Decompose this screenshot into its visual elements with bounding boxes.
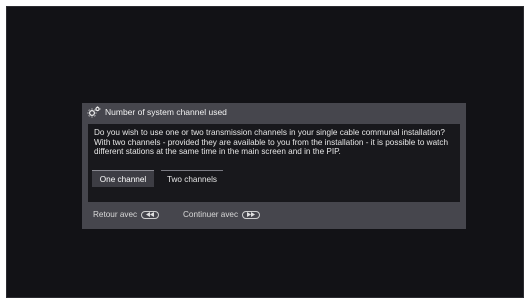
tv-screen: Number of system channel used Do you wis…: [6, 6, 524, 298]
dialog-title: Number of system channel used: [105, 107, 227, 117]
dialog-footer: Retour avec Continuer avec: [82, 207, 466, 225]
back-label: Retour avec: [93, 210, 138, 219]
two-channels-option[interactable]: Two channels: [161, 170, 223, 187]
fast-forward-button-icon: [242, 210, 261, 219]
one-channel-label: One channel: [99, 174, 147, 184]
continue-label: Continuer avec: [183, 210, 239, 219]
dialog-body: Do you wish to use one or two transmissi…: [88, 124, 460, 202]
channel-dialog: Number of system channel used Do you wis…: [82, 103, 466, 229]
two-channels-label: Two channels: [166, 174, 218, 184]
one-channel-option[interactable]: One channel: [92, 170, 154, 187]
dialog-message: Do you wish to use one or two transmissi…: [94, 128, 449, 157]
rewind-button-icon: [141, 210, 160, 219]
continue-hint[interactable]: Continuer avec: [183, 210, 261, 219]
gears-icon: [87, 106, 101, 118]
back-hint[interactable]: Retour avec: [93, 210, 160, 219]
dialog-header: Number of system channel used: [82, 103, 466, 121]
